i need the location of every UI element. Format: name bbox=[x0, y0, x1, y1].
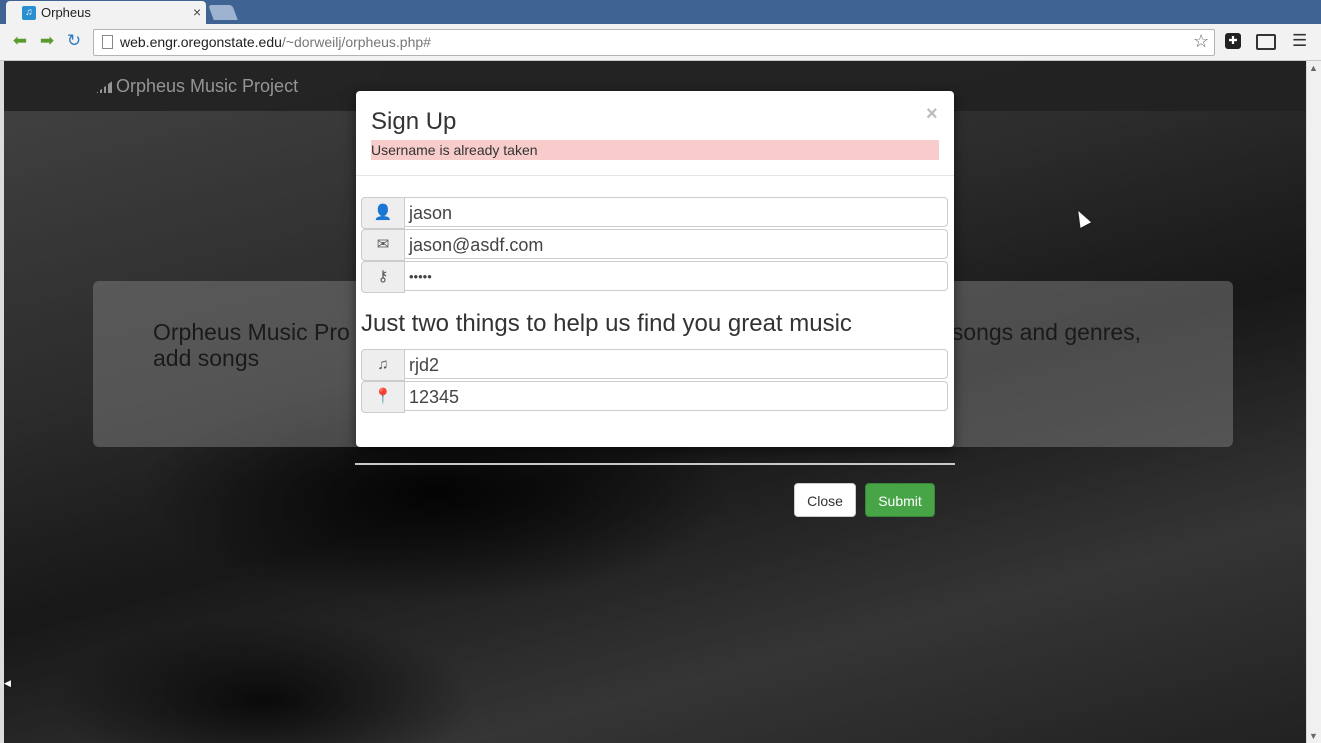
map-marker-icon: 📍 bbox=[361, 381, 405, 413]
preferences-heading: Just two things to help us find you grea… bbox=[361, 310, 852, 337]
modal-title: Sign Up bbox=[371, 108, 457, 135]
zip-group: 📍 12345 bbox=[361, 381, 948, 413]
left-edge-arrow-icon: ◀ bbox=[4, 678, 11, 688]
username-input[interactable]: jason bbox=[404, 197, 948, 227]
email-input[interactable]: jason@asdf.com bbox=[404, 229, 948, 259]
artist-input[interactable]: rjd2 bbox=[404, 349, 948, 379]
password-group: ⚷ ••••• bbox=[361, 261, 948, 293]
music-note-icon: ♫ bbox=[361, 349, 405, 381]
error-alert-text: Username is already taken bbox=[371, 142, 538, 158]
music-favicon-icon: ♫ bbox=[22, 6, 36, 20]
cast-icon[interactable] bbox=[1256, 34, 1276, 50]
page-icon bbox=[102, 35, 113, 49]
email-group: ✉ jason@asdf.com bbox=[361, 229, 948, 261]
artist-group: ♫ rjd2 bbox=[361, 349, 948, 381]
zip-input[interactable]: 12345 bbox=[404, 381, 948, 411]
brand-link[interactable]: Orpheus Music Project bbox=[96, 76, 298, 97]
bookmark-star-icon[interactable]: ☆ bbox=[1193, 31, 1209, 52]
close-button[interactable]: Close bbox=[794, 483, 856, 517]
reload-icon[interactable]: ↻ bbox=[65, 32, 83, 50]
url-host: web.engr.oregonstate.edu bbox=[120, 34, 282, 50]
browser-tab[interactable]: ♫ Orpheus × bbox=[6, 1, 206, 24]
brand-text: Orpheus Music Project bbox=[116, 76, 299, 96]
modal-header: Sign Up × Username is already taken bbox=[356, 91, 954, 176]
modal-close-icon[interactable]: × bbox=[926, 103, 938, 126]
tab-title: Orpheus bbox=[41, 5, 91, 20]
scroll-down-icon[interactable]: ▼ bbox=[1309, 731, 1318, 741]
menu-icon[interactable]: ☰ bbox=[1292, 31, 1307, 51]
modal-footer-divider bbox=[355, 463, 955, 465]
tab-close-icon[interactable]: × bbox=[193, 4, 201, 20]
url-text[interactable]: web.engr.oregonstate.edu/~dorweilj/orphe… bbox=[120, 34, 431, 50]
signup-modal: Sign Up × Username is already taken 👤 ja… bbox=[356, 91, 954, 447]
submit-button[interactable]: Submit bbox=[865, 483, 935, 517]
user-icon: 👤 bbox=[361, 197, 405, 229]
browser-toolbar: ⬅ ➡ ↻ web.engr.oregonstate.edu/~dorweilj… bbox=[0, 24, 1321, 61]
forward-icon[interactable]: ➡ bbox=[38, 32, 56, 50]
back-icon[interactable]: ⬅ bbox=[11, 32, 29, 50]
address-bar[interactable]: web.engr.oregonstate.edu/~dorweilj/orphe… bbox=[93, 29, 1215, 56]
url-path: /~dorweilj/orpheus.php# bbox=[281, 34, 431, 50]
signal-icon bbox=[96, 81, 112, 94]
scroll-up-icon[interactable]: ▲ bbox=[1309, 63, 1318, 73]
error-alert: Username is already taken bbox=[371, 140, 939, 160]
extension-icon[interactable]: ✚ bbox=[1225, 33, 1241, 49]
scrollbar[interactable]: ▲ ▼ bbox=[1306, 61, 1321, 743]
key-icon: ⚷ bbox=[361, 261, 405, 293]
username-group: 👤 jason bbox=[361, 197, 948, 229]
new-tab-button[interactable] bbox=[208, 5, 238, 20]
envelope-icon: ✉ bbox=[361, 229, 405, 261]
tab-strip: ♫ Orpheus × bbox=[0, 0, 1321, 24]
password-input[interactable]: ••••• bbox=[404, 261, 948, 291]
